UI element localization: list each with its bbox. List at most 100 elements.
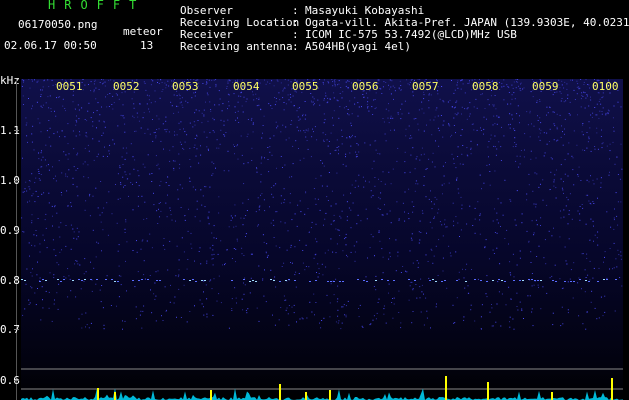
noise-speck [528, 184, 530, 186]
noise-speck [205, 101, 206, 103]
noise-speck [66, 190, 68, 192]
noise-speck [390, 222, 392, 224]
noise-speck [405, 270, 406, 272]
noise-speck [524, 149, 525, 151]
noise-speck [596, 127, 598, 129]
carrier-speck [243, 279, 245, 280]
noise-speck [93, 89, 95, 91]
noise-speck [505, 304, 507, 306]
noise-speck [347, 256, 349, 258]
noise-speck [408, 188, 410, 190]
noise-speck [149, 233, 151, 235]
noise-speck [530, 262, 532, 263]
noise-speck [157, 82, 158, 83]
noise-speck [492, 220, 494, 222]
noise-speck [556, 169, 557, 171]
noise-speck [612, 268, 613, 270]
noise-speck [36, 235, 38, 237]
noise-speck [98, 120, 100, 122]
noise-speck [411, 137, 413, 139]
noise-speck [516, 113, 518, 115]
noise-speck [398, 290, 400, 292]
noise-speck [430, 327, 431, 329]
noise-speck [375, 107, 377, 109]
noise-speck [178, 288, 180, 290]
carrier-speck [408, 279, 410, 280]
noise-speck [389, 252, 391, 254]
noise-speck [157, 270, 159, 272]
noise-speck [245, 215, 247, 216]
noise-speck [346, 216, 348, 218]
noise-speck [140, 248, 142, 250]
noise-speck [452, 202, 454, 204]
noise-speck [311, 221, 313, 223]
noise-speck [443, 175, 445, 177]
noise-speck [264, 269, 265, 271]
noise-speck [455, 101, 457, 103]
noise-speck [31, 79, 33, 80]
noise-speck [519, 163, 521, 165]
noise-speck [292, 95, 294, 97]
noise-speck [122, 115, 123, 117]
meteor-spike [329, 390, 331, 400]
carrier-speck [39, 281, 41, 282]
noise-speck [223, 170, 225, 172]
noise-speck [488, 258, 490, 260]
noise-speck [323, 98, 325, 100]
noise-speck [588, 136, 590, 138]
noise-speck [551, 275, 553, 277]
noise-speck [367, 101, 369, 103]
noise-speck [357, 115, 359, 117]
noise-speck [158, 128, 160, 130]
noise-speck [136, 251, 138, 253]
noise-speck [110, 79, 112, 81]
noise-speck [514, 142, 516, 143]
antenna-label: Receiving antenna [180, 40, 293, 53]
noise-speck [231, 298, 233, 300]
noise-speck [476, 107, 478, 109]
noise-speck [345, 314, 347, 316]
carrier-speck [504, 281, 506, 282]
noise-speck [117, 250, 119, 252]
observer-value: Masayuki Kobayashi [305, 4, 425, 17]
noise-speck [418, 262, 420, 264]
noise-speck [304, 269, 306, 271]
carrier-speck [615, 279, 617, 280]
noise-speck [156, 115, 158, 117]
noise-speck [423, 112, 425, 114]
noise-speck [117, 198, 119, 200]
noise-speck [404, 211, 405, 213]
noise-speck [264, 157, 265, 159]
noise-speck [97, 242, 99, 244]
noise-speck [316, 139, 318, 141]
noise-speck [533, 284, 535, 286]
noise-speck [408, 125, 410, 127]
noise-speck [358, 308, 359, 309]
noise-speck [341, 129, 343, 131]
noise-speck [189, 180, 191, 182]
noise-speck [347, 300, 349, 302]
noise-speck [614, 163, 616, 165]
noise-speck [216, 147, 218, 149]
noise-speck [274, 104, 276, 106]
noise-speck [218, 104, 220, 106]
noise-speck [246, 210, 248, 211]
noise-speck [305, 244, 307, 246]
noise-speck [322, 274, 324, 276]
noise-speck [335, 228, 337, 230]
noise-speck [334, 85, 336, 87]
noise-speck [97, 207, 99, 209]
noise-speck [53, 303, 55, 305]
noise-speck [447, 101, 449, 103]
noise-speck [237, 117, 238, 119]
noise-speck [553, 185, 555, 187]
noise-speck [181, 187, 183, 189]
noise-speck [515, 87, 517, 89]
noise-speck [220, 240, 222, 242]
noise-speck [326, 196, 328, 198]
noise-speck [262, 234, 264, 236]
carrier-speck [540, 280, 542, 281]
carrier-speck [474, 279, 476, 280]
noise-speck [312, 128, 313, 130]
noise-speck [359, 304, 361, 306]
